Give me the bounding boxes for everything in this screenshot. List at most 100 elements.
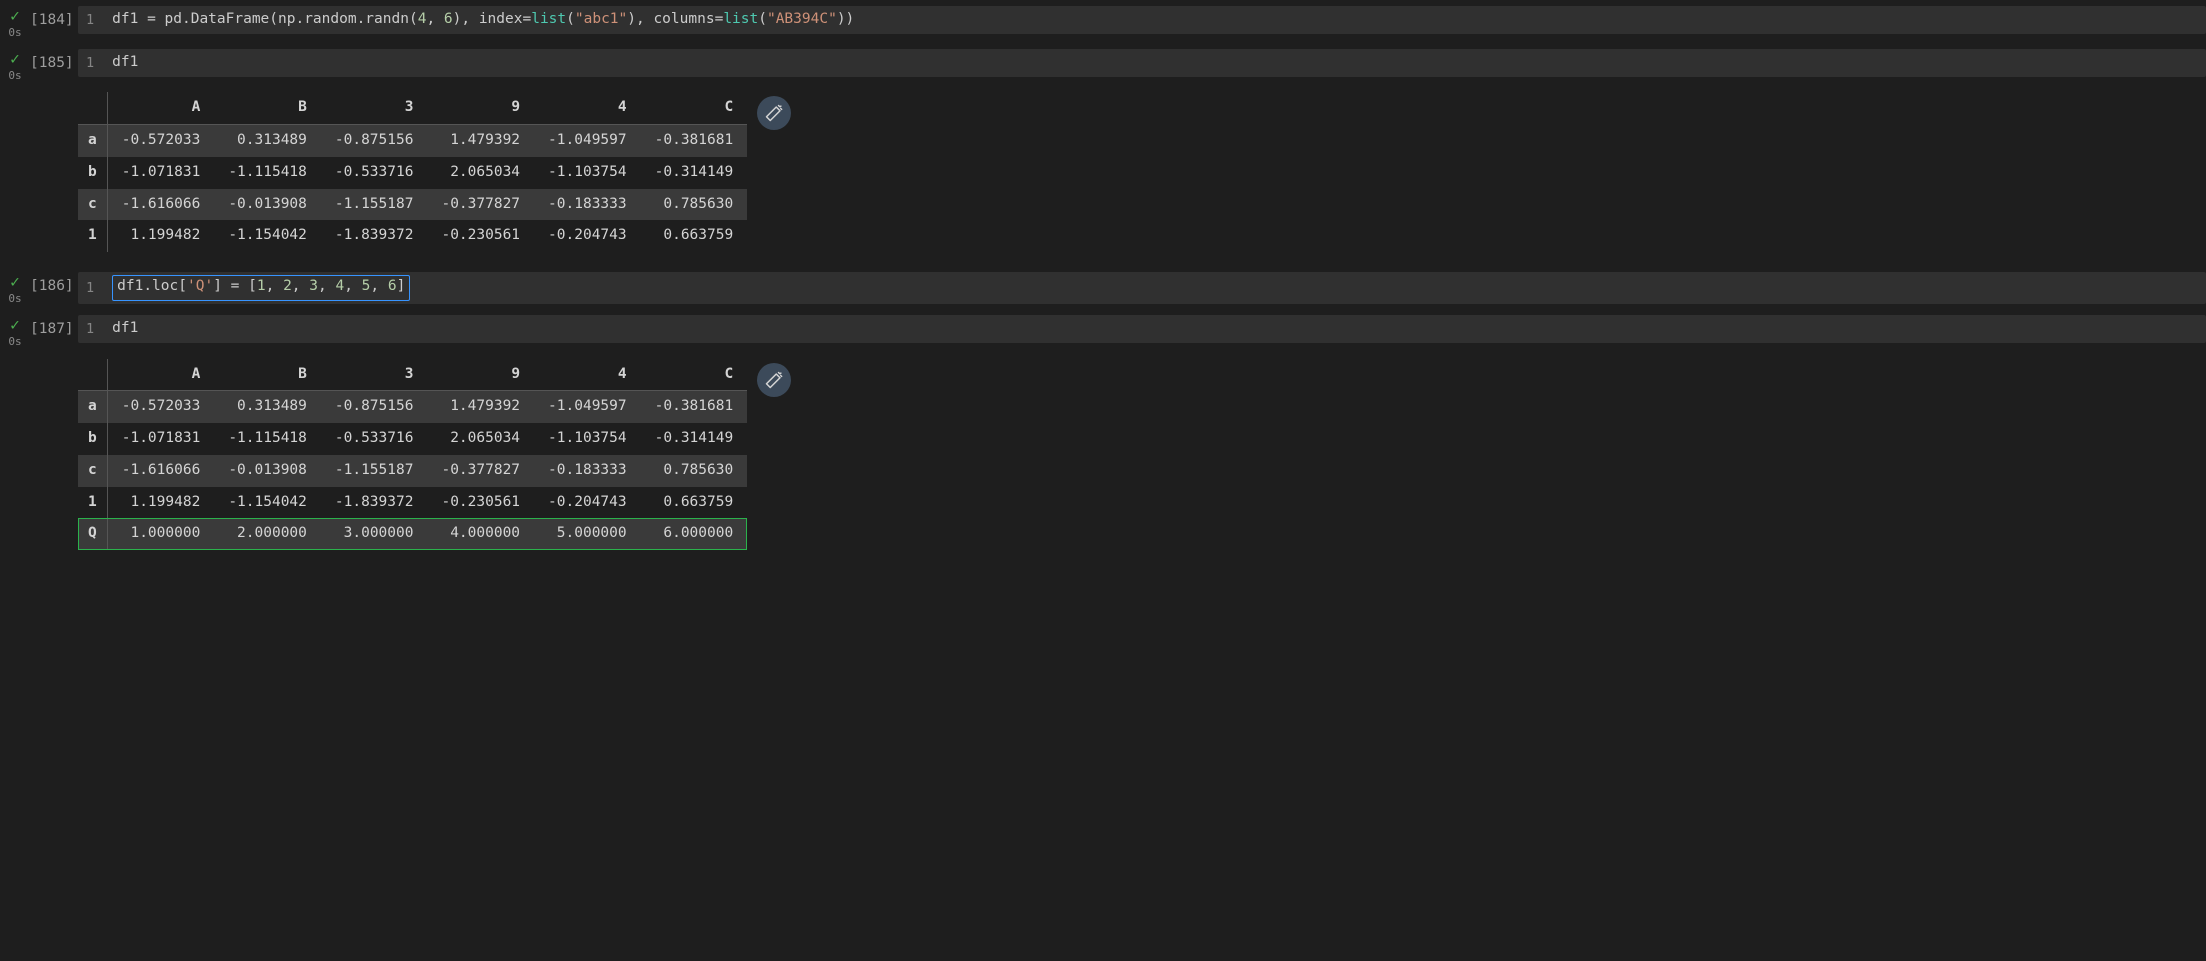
cell-value: 1.199482 xyxy=(107,487,214,519)
cell-value: -1.839372 xyxy=(321,220,428,252)
selection-highlight: df1.loc['Q'] = [1, 2, 3, 4, 5, 6] xyxy=(112,275,410,301)
line-number: 1 xyxy=(86,278,112,298)
code-content[interactable]: df1 xyxy=(112,52,138,74)
cell-value: -0.381681 xyxy=(641,125,748,157)
cell-value: 6.000000 xyxy=(641,518,748,550)
cell-value: 2.065034 xyxy=(427,423,534,455)
table-row: c-1.616066-0.013908-1.155187-0.377827-0.… xyxy=(78,189,747,221)
exec-count: [187] xyxy=(28,315,78,345)
exec-count: [186] xyxy=(28,272,78,302)
code-area[interactable]: 1 df1 = pd.DataFrame(np.random.randn(4, … xyxy=(78,6,2206,34)
cell-value: -0.183333 xyxy=(534,455,641,487)
cell-value: -1.071831 xyxy=(107,157,214,189)
column-header: C xyxy=(641,92,748,124)
cell-value: -0.013908 xyxy=(214,455,321,487)
cell-value: -1.115418 xyxy=(214,157,321,189)
status-col: ✓ 0s xyxy=(2,49,28,82)
magic-wand-button[interactable] xyxy=(757,96,791,130)
cell-value: 5.000000 xyxy=(534,518,641,550)
code-content[interactable]: df1 = pd.DataFrame(np.random.randn(4, 6)… xyxy=(112,9,854,31)
cell-value: 2.000000 xyxy=(214,518,321,550)
cell-value: -0.204743 xyxy=(534,487,641,519)
cell-186: ✓ 0s [186] 1 df1.loc['Q'] = [1, 2, 3, 4,… xyxy=(0,270,2206,307)
table-row: b-1.071831-1.115418-0.5337162.065034-1.1… xyxy=(78,157,747,189)
cell-value: -1.616066 xyxy=(107,189,214,221)
code-content[interactable]: df1 xyxy=(112,318,138,340)
cell-value: -1.115418 xyxy=(214,423,321,455)
table-row: Q1.0000002.0000003.0000004.0000005.00000… xyxy=(78,518,747,550)
cell-value: -0.314149 xyxy=(641,423,748,455)
column-header: A xyxy=(107,359,214,391)
row-index: Q xyxy=(78,518,107,550)
column-header: 9 xyxy=(427,359,534,391)
magic-wand-icon xyxy=(765,371,783,389)
cell-184: ✓ 0s [184] 1 df1 = pd.DataFrame(np.rando… xyxy=(0,4,2206,41)
cell-value: -0.533716 xyxy=(321,423,428,455)
cell-value: 0.785630 xyxy=(641,189,748,221)
cell-value: 4.000000 xyxy=(427,518,534,550)
cell-value: 1.479392 xyxy=(427,391,534,423)
table-row: 11.199482-1.154042-1.839372-0.230561-0.2… xyxy=(78,487,747,519)
cell-value: -1.049597 xyxy=(534,125,641,157)
table-row: a-0.5720330.313489-0.8751561.479392-1.04… xyxy=(78,125,747,157)
code-area[interactable]: 1 df1 xyxy=(78,49,2206,77)
column-header: 9 xyxy=(427,92,534,124)
cell-value: 0.663759 xyxy=(641,220,748,252)
row-index: 1 xyxy=(78,220,107,252)
row-index: c xyxy=(78,189,107,221)
cell-value: -1.103754 xyxy=(534,157,641,189)
cell-value: -0.533716 xyxy=(321,157,428,189)
code-row: ✓ 0s [186] 1 df1.loc['Q'] = [1, 2, 3, 4,… xyxy=(0,270,2206,307)
magic-wand-button[interactable] xyxy=(757,363,791,397)
check-icon: ✓ xyxy=(10,8,20,24)
output-area: AB394Ca-0.5720330.313489-0.8751561.47939… xyxy=(78,84,2206,264)
cell-value: 1.000000 xyxy=(107,518,214,550)
row-index: 1 xyxy=(78,487,107,519)
row-index: a xyxy=(78,125,107,157)
cell-value: -1.049597 xyxy=(534,391,641,423)
code-content[interactable]: df1.loc['Q'] = [1, 2, 3, 4, 5, 6] xyxy=(112,275,410,301)
cell-value: -1.071831 xyxy=(107,423,214,455)
cell-value: -0.875156 xyxy=(321,125,428,157)
cell-value: -0.377827 xyxy=(427,455,534,487)
column-header: 4 xyxy=(534,92,641,124)
cell-value: -1.154042 xyxy=(214,487,321,519)
cell-value: -0.314149 xyxy=(641,157,748,189)
cell-value: -0.572033 xyxy=(107,125,214,157)
cell-value: -1.103754 xyxy=(534,423,641,455)
cell-value: -0.381681 xyxy=(641,391,748,423)
cell-value: -1.154042 xyxy=(214,220,321,252)
column-header: 4 xyxy=(534,359,641,391)
table-row: a-0.5720330.313489-0.8751561.479392-1.04… xyxy=(78,391,747,423)
cell-value: 0.785630 xyxy=(641,455,748,487)
status-col: ✓ 0s xyxy=(2,6,28,39)
dataframe-output-1: AB394Ca-0.5720330.313489-0.8751561.47939… xyxy=(78,92,747,252)
code-row: ✓ 0s [187] 1 df1 xyxy=(0,313,2206,350)
cell-value: -0.013908 xyxy=(214,189,321,221)
exec-timing: 0s xyxy=(8,26,21,39)
column-header: B xyxy=(214,92,321,124)
cell-value: -1.155187 xyxy=(321,189,428,221)
status-col: ✓ 0s xyxy=(2,272,28,305)
cell-value: -1.839372 xyxy=(321,487,428,519)
cell-value: -0.183333 xyxy=(534,189,641,221)
cell-value: -1.155187 xyxy=(321,455,428,487)
cell-value: -0.572033 xyxy=(107,391,214,423)
table-corner xyxy=(78,92,107,124)
line-number: 1 xyxy=(86,10,112,30)
code-area[interactable]: 1 df1.loc['Q'] = [1, 2, 3, 4, 5, 6] xyxy=(78,272,2206,304)
exec-count: [185] xyxy=(28,49,78,79)
cell-value: -0.230561 xyxy=(427,487,534,519)
check-icon: ✓ xyxy=(10,274,20,290)
cell-value: -0.875156 xyxy=(321,391,428,423)
table-corner xyxy=(78,359,107,391)
line-number: 1 xyxy=(86,319,112,339)
column-header: B xyxy=(214,359,321,391)
column-header: A xyxy=(107,92,214,124)
cell-value: 1.479392 xyxy=(427,125,534,157)
code-area[interactable]: 1 df1 xyxy=(78,315,2206,343)
line-number: 1 xyxy=(86,53,112,73)
cell-value: 3.000000 xyxy=(321,518,428,550)
code-row: ✓ 0s [184] 1 df1 = pd.DataFrame(np.rando… xyxy=(0,4,2206,41)
column-header: C xyxy=(641,359,748,391)
